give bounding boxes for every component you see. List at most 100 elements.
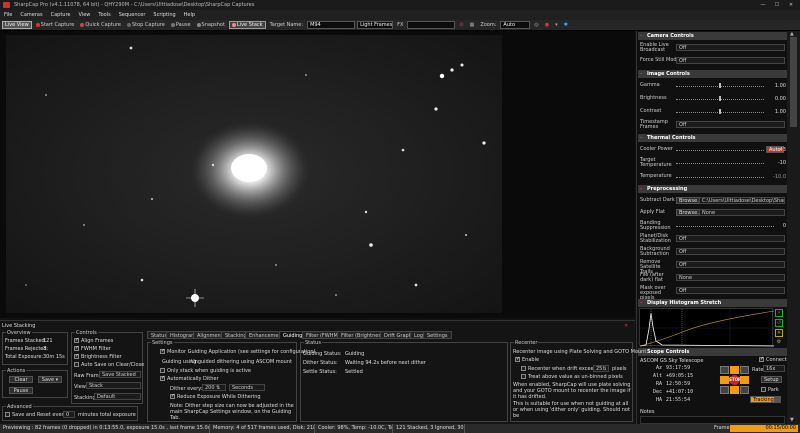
setup-button[interactable]: Setup (761, 376, 782, 383)
gamma-slider-thumb[interactable] (719, 83, 721, 88)
raw-frames-select[interactable]: Save Stacked (99, 371, 141, 378)
menu-tools[interactable]: Tools (94, 10, 114, 20)
pause-button[interactable]: Pause (169, 21, 193, 29)
close-button[interactable]: ✕ (784, 0, 798, 10)
target-name-input[interactable]: M94 (307, 21, 356, 29)
contrast-slider-thumb[interactable] (719, 109, 721, 114)
fx-select[interactable] (407, 21, 456, 29)
menu-view[interactable]: View (75, 10, 95, 20)
collapse-icon[interactable]: - (640, 185, 642, 193)
crosshair-icon[interactable]: ⊙ (457, 21, 465, 29)
save-reset-input[interactable]: 0 (63, 411, 75, 418)
recenter-when-checkbox[interactable]: Recenter when drift exceeds (521, 366, 599, 372)
preprocessing-header[interactable]: - Preprocessing (638, 185, 787, 193)
enable-live-broadcast-select[interactable]: Off (676, 44, 785, 51)
target-icon[interactable]: ◎ (532, 21, 540, 29)
subtract-dark-select[interactable]: C:\Users\Ulttiadose\Desktop\Sharp... (699, 197, 785, 204)
view-select[interactable]: Stack (86, 382, 141, 389)
mask-over-select[interactable]: Off (676, 287, 785, 294)
park-checkbox[interactable]: Park (761, 387, 779, 393)
red-dot-icon[interactable]: ● (543, 21, 551, 29)
collapse-icon[interactable]: - (640, 70, 642, 78)
dither-unit-select[interactable]: Seconds (229, 384, 265, 391)
collapse-icon[interactable]: - (640, 32, 642, 40)
move-south-arrow-icon[interactable] (730, 386, 739, 394)
banding-value[interactable]: 0 (776, 223, 786, 229)
recenter-enable-checkbox[interactable]: Enable (515, 356, 539, 363)
stacking-select[interactable]: Default (94, 393, 141, 400)
recenter-drift-input[interactable]: 25⇅ (593, 365, 609, 372)
minimize-button[interactable]: — (756, 0, 770, 10)
rate-select[interactable]: 16x (763, 365, 785, 372)
pause-stack-button[interactable]: Pause (9, 387, 33, 394)
frame-type-select[interactable]: Light Frames (357, 21, 394, 29)
collapse-icon[interactable]: - (640, 134, 642, 142)
menu-file[interactable]: File (0, 10, 16, 20)
treat-above-checkbox[interactable]: Treat above value as un-binned pixels (521, 374, 623, 380)
fwhm-filter-checkbox[interactable]: FWHM Filter (74, 345, 111, 352)
brightness-filter-checkbox[interactable]: Brightness Filter (74, 353, 122, 360)
move-east-arrow-icon[interactable] (740, 376, 749, 384)
snapshot-button[interactable]: Snapshot (195, 21, 227, 29)
apply-flat-select[interactable]: None (699, 209, 785, 216)
start-capture-button[interactable]: Start Capture (34, 21, 77, 29)
target-temp-value[interactable]: -10 (766, 160, 786, 166)
zoom-select[interactable]: Auto (500, 21, 531, 29)
brightness-value[interactable]: 0.00 (766, 96, 786, 102)
scroll-down-icon[interactable]: ▼ (790, 417, 794, 423)
home-icon[interactable] (740, 386, 749, 394)
menu-cameras[interactable]: Cameras (16, 10, 46, 20)
menu-sequencer[interactable]: Sequencer (115, 10, 150, 20)
gamma-value[interactable]: 1.00 (766, 83, 786, 89)
histogram-brightness-icon[interactable]: ☀ (775, 329, 783, 337)
notes-input[interactable] (640, 416, 785, 424)
panel-close-icon[interactable]: ✕ (624, 323, 628, 329)
quick-capture-button[interactable]: Quick Capture (78, 21, 123, 29)
banding-slider[interactable] (676, 226, 774, 228)
stop-button[interactable]: STOP (729, 375, 741, 385)
cooler-power-slider[interactable] (676, 150, 764, 152)
image-controls-header[interactable]: - Image Controls (638, 70, 787, 78)
image-viewer[interactable] (0, 31, 635, 318)
background-subtraction-select[interactable]: Off (676, 248, 785, 255)
right-panel-scrollbar[interactable]: ▲ ▼ (787, 31, 800, 425)
move-north-arrow-icon[interactable] (730, 366, 739, 374)
histogram-header[interactable]: - Display Histogram Stretch (638, 299, 787, 307)
brightness-slider-thumb[interactable] (719, 96, 721, 101)
live-stack-button[interactable]: Live Stack (228, 21, 266, 29)
bluetooth-icon[interactable]: ✱ (562, 21, 570, 29)
clear-button[interactable]: Clear (9, 376, 33, 383)
histogram-reset-icon[interactable]: ↺ (775, 319, 783, 327)
thermal-controls-header[interactable]: - Thermal Controls (638, 134, 787, 142)
tab-settings[interactable]: Settings (423, 331, 452, 339)
save-button[interactable]: Save ▾ (38, 376, 62, 383)
contrast-value[interactable]: 1.00 (766, 109, 786, 115)
dither-every-input[interactable]: 200 ⇅ (202, 384, 226, 391)
monitor-guiding-checkbox[interactable]: Monitor Guiding Application (see setting… (160, 348, 315, 355)
reduce-exposure-checkbox[interactable]: Reduce Exposure While Dithering (170, 393, 261, 400)
auto-save-checkbox[interactable]: Auto Save on Clear/Close (74, 362, 144, 368)
grid-icon[interactable]: ▦ (468, 21, 477, 29)
menu-help[interactable]: Help (180, 10, 199, 20)
force-still-mode-select[interactable]: Off (676, 57, 785, 64)
live-view-button[interactable]: Live View (2, 21, 32, 29)
collapse-icon[interactable]: - (640, 299, 642, 307)
remove-satellite-select[interactable]: Off (676, 261, 785, 268)
goto-icon[interactable] (720, 386, 729, 394)
sync-icon[interactable] (740, 366, 749, 374)
target-temp-slider[interactable] (676, 163, 764, 165)
planet-disk-select[interactable]: Off (676, 235, 785, 242)
align-frames-checkbox[interactable]: Align Frames (74, 337, 113, 344)
menu-scripting[interactable]: Scripting (149, 10, 179, 20)
tracking-button[interactable]: Tracking (750, 396, 777, 403)
timestamp-select[interactable]: Off (676, 121, 785, 128)
nudge-icon[interactable] (720, 366, 729, 374)
histogram-settings-icon[interactable]: ⚙ (775, 339, 783, 345)
dropdown-icon[interactable]: ▾ (553, 21, 560, 29)
maximize-button[interactable]: ☐ (770, 0, 784, 10)
file-after-dark-select[interactable]: None (676, 274, 785, 281)
auto-dither-checkbox[interactable]: Automatically Dither (160, 375, 219, 382)
tracking-toggle[interactable] (774, 396, 781, 403)
camera-controls-header[interactable]: - Camera Controls (638, 32, 787, 40)
move-west-arrow-icon[interactable] (720, 376, 729, 384)
